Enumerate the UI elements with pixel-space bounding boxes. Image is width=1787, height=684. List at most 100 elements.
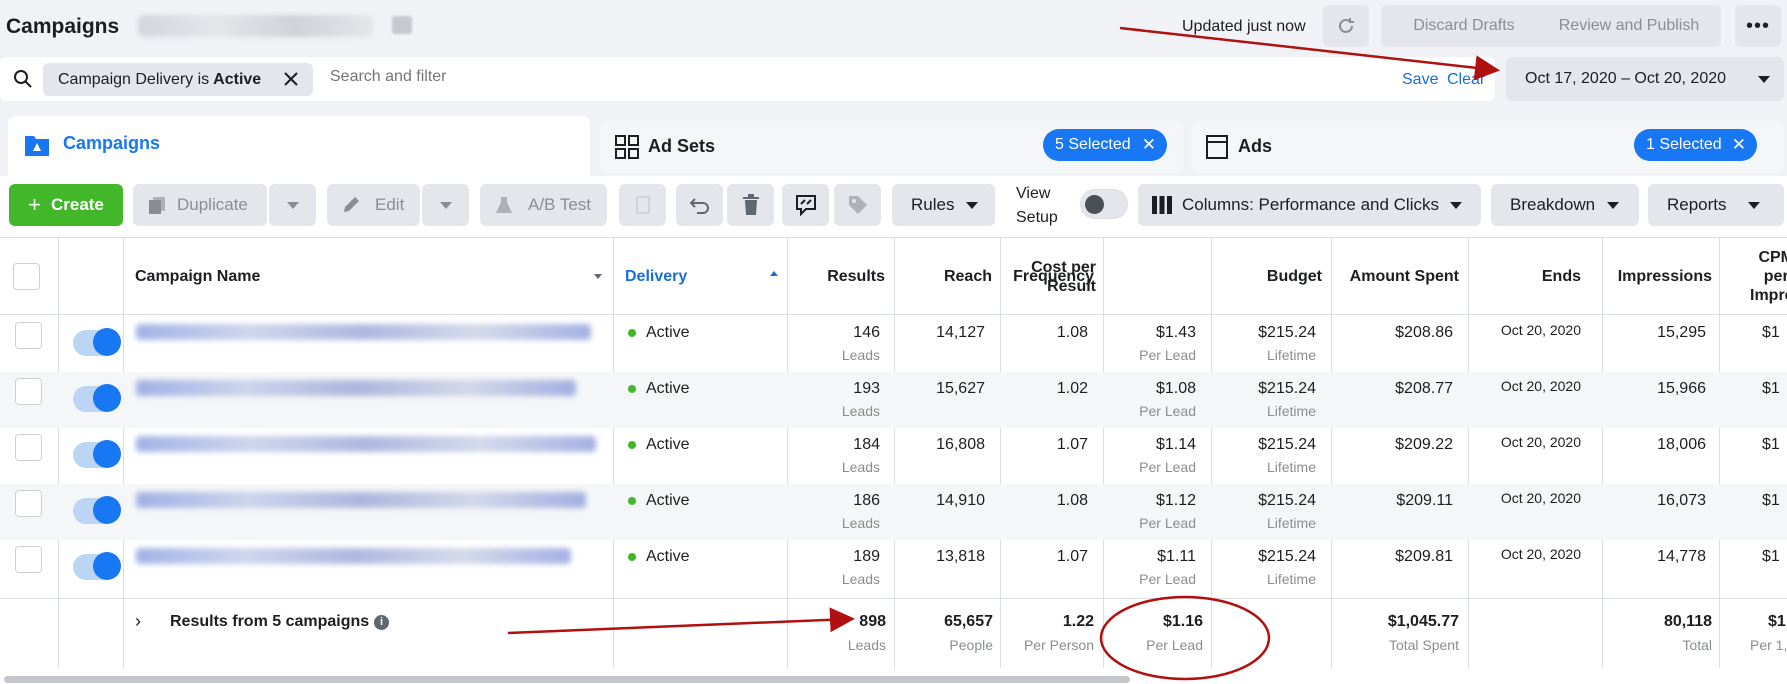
results-value: 184 (853, 436, 880, 453)
campaign-folder-icon (25, 136, 49, 156)
account-name-redacted[interactable] (138, 15, 373, 37)
edit-button[interactable]: Edit (327, 184, 420, 226)
row-checkbox[interactable] (15, 378, 42, 405)
tab-adsets[interactable]: Ad Sets 5 Selected ✕ (600, 121, 1183, 173)
date-range-picker[interactable]: Oct 17, 2020 – Oct 20, 2020 (1506, 57, 1784, 101)
close-icon[interactable]: ✕ (1732, 135, 1746, 155)
toolbar: + Create Duplicate Edit A/B Test Rules V… (0, 176, 1787, 238)
undo-button[interactable] (676, 184, 723, 226)
status-active-dot (628, 441, 636, 449)
row-checkbox[interactable] (15, 322, 42, 349)
account-icon-redacted[interactable] (392, 16, 412, 34)
create-button[interactable]: + Create (9, 184, 123, 226)
tag-button[interactable] (834, 184, 881, 226)
campaign-on-off-toggle[interactable] (73, 496, 121, 524)
header-impressions[interactable]: Impressions (1468, 238, 1712, 315)
page-title: Campaigns (6, 15, 120, 38)
horizontal-scrollbar[interactable] (4, 676, 1130, 683)
breakdown-button[interactable]: Breakdown (1491, 184, 1639, 226)
filter-chip-delivery[interactable]: Campaign Delivery is Active (43, 63, 313, 96)
ab-test-button[interactable]: A/B Test (480, 184, 607, 226)
review-publish-button[interactable]: Review and Publish (1537, 5, 1721, 47)
frequency-value: 1.07 (1056, 436, 1088, 453)
header-delivery[interactable]: Delivery (625, 238, 785, 315)
status-active-dot (628, 553, 636, 561)
campaign-name-redacted[interactable] (136, 380, 576, 396)
duplicate-button[interactable]: Duplicate (133, 184, 267, 226)
impressions-value: 15,295 (1657, 324, 1706, 341)
reports-button[interactable]: Reports (1648, 184, 1784, 226)
header-cost-line1: Cost per (1031, 258, 1096, 276)
updated-status: Updated just now (1182, 18, 1306, 35)
cost-value: $1.08 (1155, 380, 1196, 397)
columns-button[interactable]: Columns: Performance and Clicks (1138, 184, 1481, 226)
header-campaign-name[interactable]: Campaign Name (135, 238, 605, 315)
header-cpm-line2: per (1763, 268, 1787, 285)
table-header: Campaign Name Delivery Results Reach Fre… (0, 238, 1787, 315)
table-row[interactable]: Active 146 Leads 14,127 1.08 $1.43 Per Lead $21… (0, 316, 1787, 372)
toggle-knob (93, 440, 121, 468)
view-setup-line2: Setup (1016, 209, 1058, 226)
search-input[interactable] (330, 68, 830, 86)
ads-selected-badge[interactable]: 1 Selected ✕ (1634, 129, 1757, 161)
columns-icon (1152, 196, 1172, 214)
duplicate-dropdown-button[interactable] (269, 184, 316, 226)
table-row[interactable]: Active 184 Leads 16,808 1.07 $1.14 Per Lead $21… (0, 428, 1787, 484)
header-cpm[interactable]: CPM per Impres (1750, 238, 1787, 315)
header-cpm-line3: Impres (1750, 287, 1787, 304)
rules-button[interactable]: Rules (892, 184, 995, 226)
row-checkbox[interactable] (15, 434, 42, 461)
edit-dropdown-button[interactable] (422, 184, 469, 226)
ads-selected-label: 1 Selected (1646, 136, 1722, 153)
close-icon[interactable]: ✕ (1142, 135, 1156, 155)
compare-button[interactable] (782, 184, 829, 226)
more-options-button[interactable]: ••• (1735, 5, 1781, 47)
delete-button[interactable] (727, 184, 774, 226)
refresh-button[interactable] (1323, 5, 1369, 47)
tab-campaigns[interactable]: Campaigns (8, 116, 590, 176)
chevron-right-icon[interactable]: › (135, 611, 141, 632)
frequency-value: 1.08 (1056, 492, 1088, 509)
budget-sub: Lifetime (1266, 347, 1316, 363)
cpm-value: $1 (1762, 380, 1780, 397)
table-row[interactable]: Active 186 Leads 14,910 1.08 $1.12 Per Lead $21… (0, 484, 1787, 540)
delivery-status: Active (646, 436, 690, 453)
discard-drafts-button[interactable]: Discard Drafts (1381, 5, 1547, 47)
campaign-on-off-toggle[interactable] (73, 328, 121, 356)
clear-filter-link[interactable]: Clear (1447, 71, 1485, 89)
spent-value: $209.11 (1396, 492, 1453, 509)
table-row[interactable]: Active 193 Leads 15,627 1.02 $1.08 Per Lead $21… (0, 372, 1787, 428)
create-button-label: Create (50, 195, 104, 214)
archive-button[interactable] (619, 184, 666, 226)
results-sub: Leads (841, 571, 880, 587)
tab-ads-label: Ads (1238, 136, 1273, 156)
row-checkbox[interactable] (15, 490, 42, 517)
delivery-status: Active (646, 492, 690, 509)
campaign-on-off-toggle[interactable] (73, 552, 121, 580)
campaign-name-redacted[interactable] (136, 492, 586, 508)
summary-reach-sub: People (949, 637, 993, 653)
impressions-value: 18,006 (1657, 436, 1706, 453)
info-icon[interactable]: i (374, 615, 389, 630)
summary-spent: $1,045.77 (1387, 613, 1459, 630)
tab-ads[interactable]: Ads 1 Selected ✕ (1191, 121, 1784, 173)
select-all-checkbox[interactable] (13, 263, 40, 290)
campaign-name-redacted[interactable] (136, 324, 591, 340)
campaign-on-off-toggle[interactable] (73, 384, 121, 412)
campaign-name-redacted[interactable] (136, 548, 571, 564)
view-setup-toggle[interactable] (1080, 189, 1128, 219)
row-checkbox[interactable] (15, 546, 42, 573)
close-icon[interactable] (283, 71, 299, 87)
header-results[interactable]: Results (787, 238, 885, 315)
cost-sub: Per Lead (1139, 403, 1196, 419)
header-reach[interactable]: Reach (894, 238, 992, 315)
header-cost-per-result[interactable]: Cost per Result (1003, 238, 1096, 315)
adsets-selected-badge[interactable]: 5 Selected ✕ (1043, 129, 1167, 161)
table-row[interactable]: Active 189 Leads 13,818 1.07 $1.11 Per Lead $21… (0, 540, 1787, 596)
campaign-name-redacted[interactable] (136, 436, 596, 452)
date-range-label: Oct 17, 2020 – Oct 20, 2020 (1525, 70, 1727, 87)
ends-value: Oct 20, 2020 (1500, 546, 1581, 562)
chevron-down-icon (439, 201, 452, 209)
save-filter-link[interactable]: Save (1402, 71, 1438, 89)
campaign-on-off-toggle[interactable] (73, 440, 121, 468)
